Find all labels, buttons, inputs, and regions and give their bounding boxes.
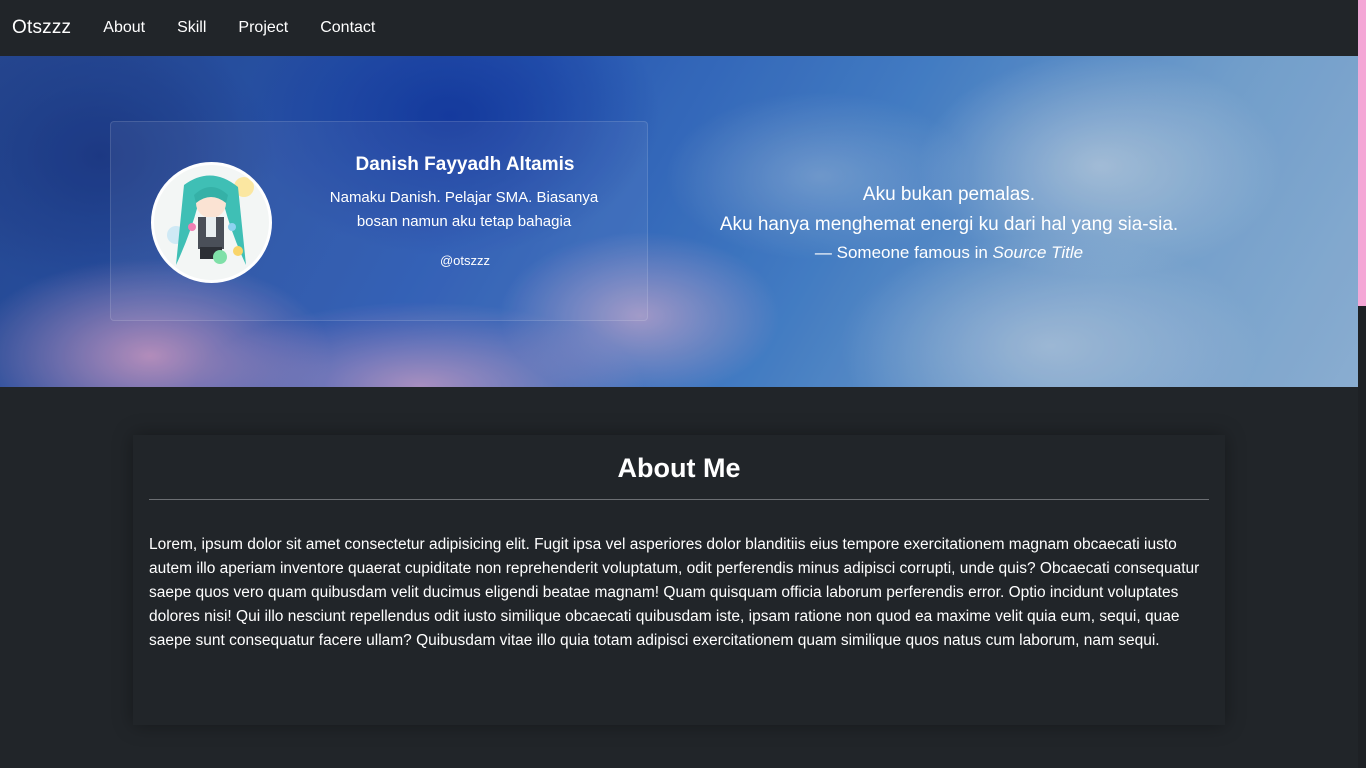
avatar (151, 162, 272, 283)
profile-handle: @otszzz (439, 253, 491, 268)
about-title: About Me (617, 453, 741, 483)
nav-link-skill[interactable]: Skill (177, 19, 206, 37)
nav-link-contact[interactable]: Contact (320, 19, 375, 37)
about-divider (149, 499, 1209, 500)
quote-block: Aku bukan pemalas. Aku hanya menghemat e… (700, 180, 1198, 266)
about-text: Lorem, ipsum dolor sit amet consectetur … (149, 536, 1200, 649)
navbar: Otszzz About Skill Project Contact (0, 0, 1358, 56)
about-section: About Me Lorem, ipsum dolor sit amet con… (133, 435, 1225, 725)
nav-link-about[interactable]: About (103, 19, 145, 37)
brand-link[interactable]: Otszzz (12, 17, 71, 39)
avatar-image (154, 165, 269, 280)
scrollbar-track[interactable] (1358, 0, 1366, 768)
quote-source-title: Source Title (992, 243, 1084, 262)
quote-footer: — Someone famous in Source Title (700, 240, 1198, 266)
hero-section: Danish Fayyadh Altamis Namaku Danish. Pe… (0, 56, 1358, 387)
profile-name: Danish Fayyadh Altamis (355, 154, 575, 175)
quote-line-2: Aku hanya menghemat energi ku dari hal y… (719, 214, 1179, 235)
profile-card: Danish Fayyadh Altamis Namaku Danish. Pe… (110, 121, 648, 321)
quote-line-1: Aku bukan pemalas. (862, 184, 1036, 205)
profile-bio: Namaku Danish. Pelajar SMA. Biasanya bos… (329, 189, 599, 230)
quote-attribution: — Someone famous in (814, 243, 988, 262)
nav-link-project[interactable]: Project (238, 19, 288, 37)
scrollbar-thumb[interactable] (1358, 0, 1366, 306)
